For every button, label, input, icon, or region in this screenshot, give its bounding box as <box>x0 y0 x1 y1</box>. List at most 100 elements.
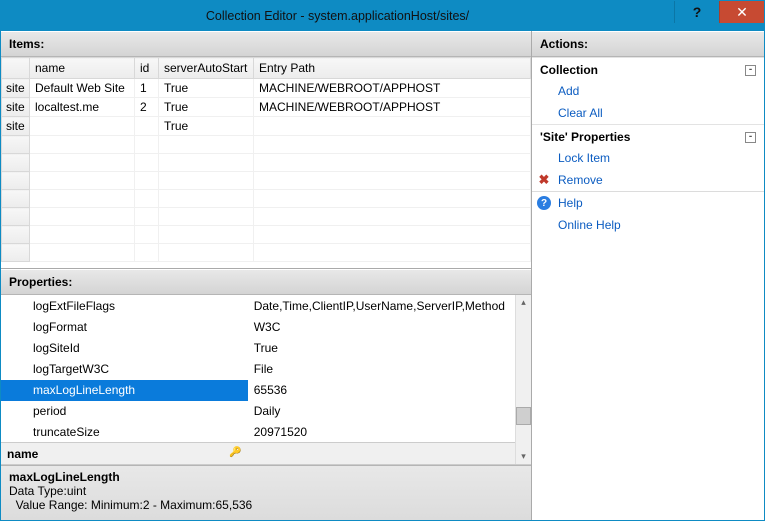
property-row[interactable]: period Daily <box>1 401 515 422</box>
table-row[interactable] <box>2 172 531 190</box>
blank-icon <box>536 150 552 166</box>
prop-name: maxLogLineLength <box>1 380 248 401</box>
property-category-row[interactable]: name 🔑 <box>1 443 515 464</box>
action-label: Online Help <box>558 218 621 232</box>
property-row[interactable]: logTargetW3C File <box>1 358 515 379</box>
action-label: Help <box>558 196 583 210</box>
close-button[interactable]: ✕ <box>719 1 764 23</box>
property-description: maxLogLineLength Data Type:uint Value Ra… <box>1 465 531 520</box>
items-header: Items: <box>1 31 531 57</box>
cell-type: site <box>2 117 30 136</box>
action-label: Remove <box>558 173 603 187</box>
table-row[interactable] <box>2 136 531 154</box>
properties-header: Properties: <box>1 269 531 295</box>
prop-name: logFormat <box>1 316 248 337</box>
window-title: Collection Editor - system.applicationHo… <box>1 9 674 23</box>
cell-name: Default Web Site <box>30 79 135 98</box>
prop-desc-name: maxLogLineLength <box>9 470 523 484</box>
table-row[interactable]: site Default Web Site 1 True MACHINE/WEB… <box>2 79 531 98</box>
prop-name: logExtFileFlags <box>1 295 248 316</box>
property-row[interactable]: logExtFileFlags Date,Time,ClientIP,UserN… <box>1 295 515 316</box>
window-titlebar: Collection Editor - system.applicationHo… <box>1 1 764 31</box>
cell-name <box>30 117 135 136</box>
property-row[interactable]: truncateSize 20971520 <box>1 422 515 443</box>
cell-path: MACHINE/WEBROOT/APPHOST <box>254 79 531 98</box>
action-add[interactable]: Add <box>532 80 764 102</box>
prop-value[interactable]: File <box>248 358 515 379</box>
action-remove[interactable]: ✖ Remove <box>532 169 764 191</box>
cell-path: MACHINE/WEBROOT/APPHOST <box>254 98 531 117</box>
cell-name: localtest.me <box>30 98 135 117</box>
items-header-row: name id serverAutoStart Entry Path <box>2 58 531 79</box>
table-row[interactable]: site localtest.me 2 True MACHINE/WEBROOT… <box>2 98 531 117</box>
properties-section: Properties: logExtFileFlags Date,Time,Cl… <box>1 269 531 520</box>
cell-path <box>254 117 531 136</box>
blank-icon <box>536 83 552 99</box>
cell-auto: True <box>159 79 254 98</box>
table-row[interactable] <box>2 208 531 226</box>
collapse-icon[interactable]: - <box>745 65 756 76</box>
actions-group-site-properties: 'Site' Properties - <box>532 124 764 147</box>
scroll-thumb[interactable] <box>516 407 531 425</box>
table-row[interactable] <box>2 154 531 172</box>
key-icon: 🔑 <box>229 447 241 458</box>
cell-type: site <box>2 79 30 98</box>
actions-pane: Actions: Collection - Add Clear All 'Sit… <box>532 31 764 520</box>
table-row[interactable] <box>2 226 531 244</box>
prop-desc-range: Value Range: Minimum:2 - Maximum:65,536 <box>9 498 523 512</box>
prop-name: logTargetW3C <box>1 358 248 379</box>
properties-grid[interactable]: logExtFileFlags Date,Time,ClientIP,UserN… <box>1 295 515 464</box>
prop-value[interactable]: 20971520 <box>248 422 515 443</box>
scroll-up-arrow[interactable]: ▴ <box>521 295 526 310</box>
prop-name: truncateSize <box>1 422 248 443</box>
property-row[interactable]: logSiteId True <box>1 337 515 358</box>
group-title-label: 'Site' Properties <box>540 130 630 144</box>
category-label: name <box>7 447 38 461</box>
action-online-help[interactable]: Online Help <box>532 214 764 236</box>
col-entrypath[interactable]: Entry Path <box>254 58 531 79</box>
blank-icon <box>536 217 552 233</box>
help-icon: ? <box>536 195 552 211</box>
action-lock-item[interactable]: Lock Item <box>532 147 764 169</box>
actions-group-collection: Collection - <box>532 57 764 80</box>
prop-value[interactable]: Daily <box>248 401 515 422</box>
col-serverautostart[interactable]: serverAutoStart <box>159 58 254 79</box>
scroll-down-arrow[interactable]: ▾ <box>521 449 526 464</box>
col-type[interactable] <box>2 58 30 79</box>
col-id[interactable]: id <box>135 58 159 79</box>
prop-value[interactable]: W3C <box>248 316 515 337</box>
cell-id: 1 <box>135 79 159 98</box>
table-row[interactable]: site True <box>2 117 531 136</box>
collapse-icon[interactable]: - <box>745 132 756 143</box>
prop-category: name 🔑 <box>1 443 248 464</box>
property-row[interactable]: logFormat W3C <box>1 316 515 337</box>
prop-name: logSiteId <box>1 337 248 358</box>
cell-auto: True <box>159 98 254 117</box>
action-label: Add <box>558 84 579 98</box>
blank-icon <box>536 105 552 121</box>
properties-scrollbar[interactable]: ▴ ▾ <box>515 295 531 464</box>
table-row[interactable] <box>2 190 531 208</box>
main-pane: Items: name id serverAutoStart Entry Pat… <box>1 31 532 520</box>
x-icon: ✖ <box>536 172 552 188</box>
actions-header: Actions: <box>532 31 764 57</box>
col-name[interactable]: name <box>30 58 135 79</box>
prop-desc-type: Data Type:uint <box>9 484 523 498</box>
items-grid-wrap[interactable]: name id serverAutoStart Entry Path site … <box>1 57 531 268</box>
help-button[interactable]: ? <box>674 1 719 23</box>
action-clear-all[interactable]: Clear All <box>532 102 764 124</box>
property-row-selected[interactable]: maxLogLineLength 65536 <box>1 380 515 401</box>
items-grid[interactable]: name id serverAutoStart Entry Path site … <box>1 57 531 262</box>
cell-id <box>135 117 159 136</box>
items-section: Items: name id serverAutoStart Entry Pat… <box>1 31 531 269</box>
table-row[interactable] <box>2 244 531 262</box>
action-help[interactable]: ? Help <box>532 192 764 214</box>
prop-value[interactable]: Date,Time,ClientIP,UserName,ServerIP,Met… <box>248 295 515 316</box>
prop-value[interactable]: 65536 <box>248 380 515 401</box>
cell-type: site <box>2 98 30 117</box>
prop-value[interactable]: True <box>248 337 515 358</box>
group-title-label: Collection <box>540 63 598 77</box>
prop-value[interactable] <box>248 443 515 464</box>
cell-id: 2 <box>135 98 159 117</box>
cell-auto: True <box>159 117 254 136</box>
